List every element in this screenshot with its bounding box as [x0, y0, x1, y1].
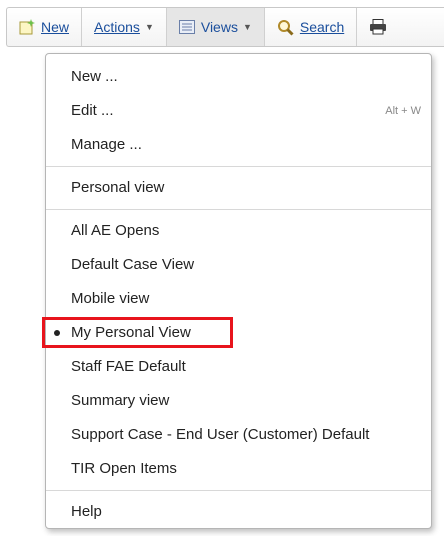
menu-item-new[interactable]: New ...: [46, 60, 431, 94]
menu-item-label: Summary view: [71, 392, 170, 409]
menu-item-edit[interactable]: Edit ... Alt + W: [46, 94, 431, 128]
menu-item-label: New ...: [71, 68, 118, 85]
search-icon: [277, 19, 294, 36]
views-label: Views: [200, 19, 238, 35]
menu-item-label: My Personal View: [71, 324, 191, 341]
menu-item-label: All AE Opens: [71, 222, 160, 239]
menu-item-help[interactable]: Help: [46, 495, 431, 529]
search-button[interactable]: Search: [265, 8, 358, 46]
menu-divider: [46, 166, 431, 167]
selected-bullet-icon: [54, 330, 60, 336]
print-button[interactable]: [357, 8, 405, 46]
menu-item-view[interactable]: Staff FAE Default: [46, 350, 431, 384]
menu-item-label: Edit ...: [71, 102, 114, 119]
menu-divider: [46, 209, 431, 210]
menu-item-label: Manage ...: [71, 136, 142, 153]
actions-label: Actions: [94, 19, 140, 35]
menu-item-view-selected[interactable]: My Personal View: [42, 316, 431, 350]
menu-item-view[interactable]: Mobile view: [46, 282, 431, 316]
menu-divider: [46, 490, 431, 491]
menu-item-personal-view[interactable]: Personal view: [46, 171, 431, 205]
menu-item-label: Default Case View: [71, 256, 195, 273]
new-button[interactable]: New: [7, 8, 83, 46]
menu-item-label: Staff FAE Default: [71, 358, 186, 375]
menu-item-view[interactable]: All AE Opens: [46, 214, 431, 248]
menu-item-label: Personal view: [71, 179, 165, 196]
menu-item-label: Mobile view: [71, 290, 150, 307]
actions-button[interactable]: Actions ▼: [82, 8, 167, 46]
views-dropdown-menu: New ... Edit ... Alt + W Manage ... Pers…: [42, 53, 432, 529]
chevron-down-icon: ▼: [242, 22, 252, 32]
menu-item-manage[interactable]: Manage ...: [46, 128, 431, 162]
new-label: New: [41, 19, 70, 35]
menu-item-view[interactable]: Default Case View: [46, 248, 431, 282]
print-icon: [369, 19, 387, 35]
new-item-icon: [19, 19, 35, 35]
toolbar: New Actions ▼ Views ▼ Search: [6, 7, 444, 47]
menu-item-view[interactable]: Summary view: [46, 384, 431, 418]
views-button[interactable]: Views ▼: [166, 8, 265, 46]
views-icon: [178, 20, 195, 34]
menu-item-label: TIR Open Items: [71, 460, 177, 477]
menu-item-label: Help: [71, 503, 102, 520]
menu-item-label: Support Case - End User (Customer) Defau…: [71, 426, 370, 443]
shortcut-hint: Alt + W: [385, 105, 421, 117]
menu-item-view[interactable]: TIR Open Items: [46, 452, 431, 486]
menu-item-view[interactable]: Support Case - End User (Customer) Defau…: [46, 418, 431, 452]
chevron-down-icon: ▼: [144, 22, 154, 32]
search-label: Search: [299, 19, 345, 35]
